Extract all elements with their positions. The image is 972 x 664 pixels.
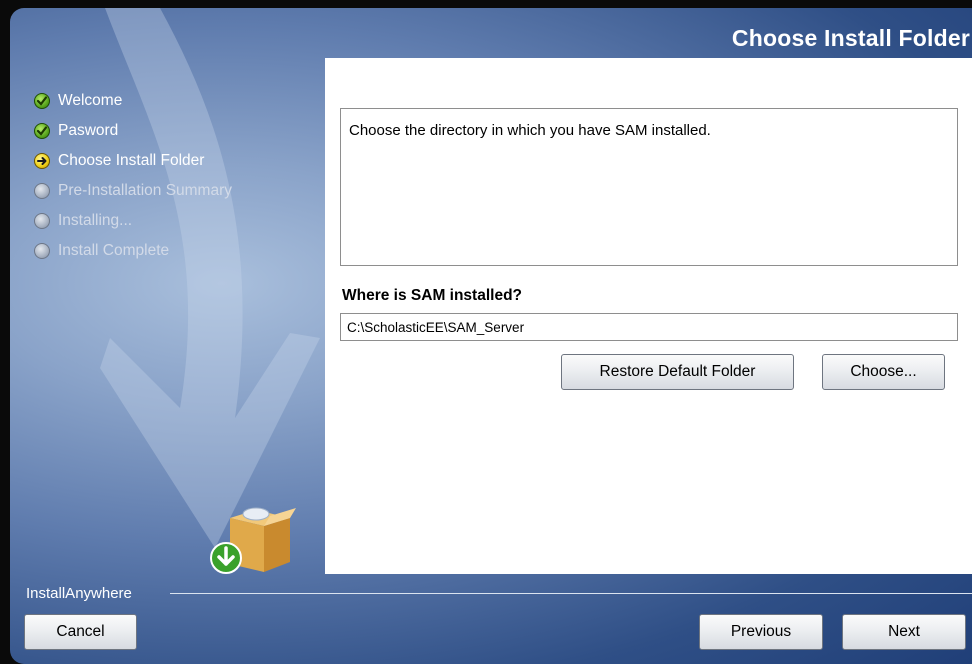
choose-folder-button[interactable]: Choose... [822, 354, 945, 390]
next-button[interactable]: Next [842, 614, 966, 650]
circle-icon [34, 243, 50, 259]
circle-icon [34, 213, 50, 229]
installer-brand: InstallAnywhere [26, 585, 132, 602]
install-folder-field[interactable] [340, 313, 958, 341]
step-pre-installation-summary: Pre-Installation Summary [34, 176, 232, 206]
install-package-icon [210, 507, 296, 574]
content-panel: Choose the directory in which you have S… [325, 58, 972, 574]
step-label: Choose Install Folder [58, 152, 205, 169]
step-welcome: Welcome [34, 86, 232, 116]
description-text: Choose the directory in which you have S… [340, 108, 958, 266]
installer-window: Choose Install Folder Welcome Pasword Ch… [10, 8, 972, 664]
step-label: Pre-Installation Summary [58, 182, 233, 199]
step-label: Installing... [58, 212, 133, 229]
check-icon [34, 93, 50, 109]
cancel-button[interactable]: Cancel [24, 614, 137, 650]
step-installing: Installing... [34, 206, 232, 236]
arrow-right-icon [34, 153, 50, 169]
restore-default-folder-button[interactable]: Restore Default Folder [561, 354, 794, 390]
step-label: Welcome [58, 92, 123, 109]
step-label: Install Complete [58, 242, 170, 259]
page-title: Choose Install Folder [731, 25, 970, 51]
step-password: Pasword [34, 116, 232, 146]
check-icon [34, 123, 50, 139]
install-location-label: Where is SAM installed? [342, 287, 523, 304]
step-label: Pasword [58, 122, 119, 139]
circle-icon [34, 183, 50, 199]
step-choose-install-folder: Choose Install Folder [34, 146, 232, 176]
previous-button[interactable]: Previous [699, 614, 823, 650]
footer-divider [170, 593, 972, 594]
step-install-complete: Install Complete [34, 236, 232, 266]
installer-steps: Welcome Pasword Choose Install Folder Pr… [34, 86, 232, 266]
